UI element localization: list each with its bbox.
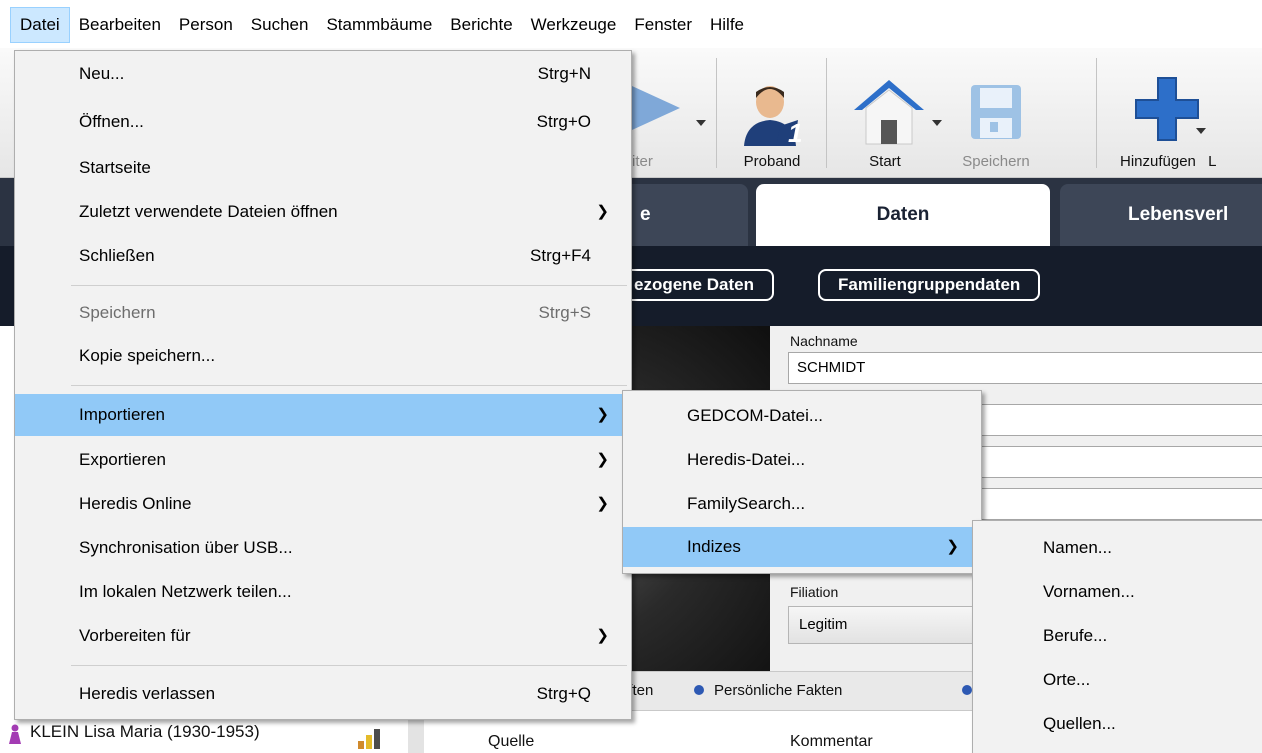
menu-hilfe[interactable]: Hilfe	[701, 7, 753, 43]
tab-lebensverlauf[interactable]: Lebensverl	[1060, 184, 1262, 246]
bullet-icon	[962, 685, 972, 695]
menu-item-places[interactable]: Orte...	[973, 661, 1262, 699]
menu-item-names[interactable]: Namen...	[973, 529, 1262, 567]
submenu-arrow-icon: ❯	[596, 627, 609, 644]
floppy-disk-icon	[971, 85, 1021, 139]
menu-item-close[interactable]: Schließen Strg+F4	[15, 237, 631, 275]
toolbar-separator	[1096, 58, 1097, 168]
menu-berichte[interactable]: Berichte	[441, 7, 521, 43]
menu-item-exit[interactable]: Heredis verlassen Strg+Q	[15, 675, 631, 713]
menu-separator	[71, 665, 627, 666]
menu-separator	[71, 385, 627, 386]
start-button[interactable]: Start	[838, 48, 948, 178]
female-person-icon	[9, 724, 21, 744]
menu-item-export[interactable]: Exportieren ❯	[15, 441, 631, 479]
facts-tab-personal-label: Persönliche Fakten	[714, 682, 843, 699]
menu-item-prepare-for[interactable]: Vorbereiten für ❯	[15, 617, 631, 655]
save-toolbar-button[interactable]: Speichern	[950, 48, 1042, 178]
bullet-icon	[694, 685, 704, 695]
start-dropdown-caret[interactable]	[932, 120, 942, 126]
menu-item-sources[interactable]: Quellen...	[973, 705, 1262, 743]
menu-item-indexes[interactable]: Indizes ❯	[623, 527, 981, 567]
menu-suchen[interactable]: Suchen	[242, 7, 318, 43]
submenu-arrow-icon: ❯	[596, 451, 609, 468]
nickname-field[interactable]	[980, 446, 1262, 478]
svg-text:1: 1	[788, 118, 802, 146]
menu-bar: Datei Bearbeiten Person Suchen Stammbäum…	[0, 0, 1262, 48]
column-source[interactable]: Quelle	[488, 733, 534, 751]
start-label: Start	[869, 153, 901, 170]
proband-label: Proband	[743, 153, 801, 170]
menu-datei[interactable]: Datei	[10, 7, 70, 43]
menu-bearbeiten[interactable]: Bearbeiten	[70, 7, 170, 43]
person-list-item[interactable]: KLEIN Lisa Maria (1930-1953)	[0, 718, 440, 753]
plus-icon	[1135, 77, 1199, 141]
proband-button[interactable]: 1 Proband	[722, 48, 822, 178]
menu-item-new[interactable]: Neu... Strg+N	[15, 55, 631, 93]
filiation-select[interactable]: Legitim	[788, 606, 978, 644]
menu-person[interactable]: Person	[170, 7, 242, 43]
surname-label: Nachname	[790, 333, 858, 349]
menu-stammbaeume[interactable]: Stammbäume	[317, 7, 441, 43]
file-menu: Neu... Strg+N Öffnen... Strg+O Startseite …	[14, 50, 632, 720]
surname-field[interactable]: SCHMIDT	[788, 352, 1262, 384]
submenu-arrow-icon: ❯	[596, 406, 609, 423]
menu-item-familysearch[interactable]: FamilySearch...	[623, 485, 981, 523]
home-icon	[854, 80, 924, 145]
menu-item-startpage[interactable]: Startseite	[15, 149, 631, 187]
import-submenu: GEDCOM-Datei... Heredis-Datei... FamilyS…	[622, 390, 982, 574]
app-window: Datei Bearbeiten Person Suchen Stammbäum…	[0, 0, 1262, 753]
next-button-label-cut: L	[1208, 153, 1217, 170]
filiation-label: Filiation	[790, 584, 839, 600]
add-text: Hinzufügen	[1120, 153, 1196, 170]
submenu-arrow-icon: ❯	[596, 203, 609, 220]
menu-werkzeuge[interactable]: Werkzeuge	[522, 7, 626, 43]
column-comment[interactable]: Kommentar	[790, 733, 873, 751]
person-proband-icon: 1	[744, 86, 802, 146]
menu-item-network-share[interactable]: Im lokalen Netzwerk teilen...	[15, 573, 631, 611]
submenu-arrow-icon: ❯	[596, 495, 609, 512]
add-label: Hinzufügen L	[1120, 153, 1250, 170]
completeness-bar-icon	[366, 735, 372, 749]
menu-item-save[interactable]: Speichern Strg+S	[15, 294, 631, 332]
firstname-field[interactable]	[980, 404, 1262, 436]
family-group-data-button[interactable]: Familiengruppendaten	[818, 269, 1041, 301]
person-name: KLEIN Lisa Maria (1930-1953)	[30, 722, 260, 741]
add-dropdown-caret[interactable]	[1196, 128, 1206, 134]
menu-item-occupations[interactable]: Berufe...	[973, 617, 1262, 655]
title-field[interactable]	[980, 488, 1262, 520]
toolbar-separator	[716, 58, 717, 168]
menu-item-heredis-online[interactable]: Heredis Online ❯	[15, 485, 631, 523]
menu-item-recent[interactable]: Zuletzt verwendete Dateien öffnen ❯	[15, 193, 631, 231]
completeness-bar-icon	[358, 741, 364, 749]
menu-item-gedcom[interactable]: GEDCOM-Datei...	[623, 397, 981, 435]
facts-tab-personal[interactable]: Persönliche Fakten	[694, 672, 842, 710]
forward-button[interactable]: iter	[632, 48, 712, 178]
menu-item-save-copy[interactable]: Kopie speichern...	[15, 337, 631, 375]
menu-item-import[interactable]: Importieren ❯	[15, 394, 631, 436]
menu-fenster[interactable]: Fenster	[625, 7, 701, 43]
save-toolbar-label: Speichern	[962, 153, 1030, 170]
tab-daten[interactable]: Daten	[756, 184, 1050, 246]
completeness-bar-icon	[374, 729, 380, 749]
toolbar-separator	[826, 58, 827, 168]
menu-separator	[71, 285, 627, 286]
forward-label: iter	[632, 153, 653, 170]
submenu-arrow-icon: ❯	[946, 538, 959, 555]
forward-arrow-icon	[632, 86, 680, 130]
menu-item-open[interactable]: Öffnen... Strg+O	[15, 103, 631, 141]
menu-item-heredis-file[interactable]: Heredis-Datei...	[623, 441, 981, 479]
scrollbar[interactable]	[408, 718, 424, 753]
indexes-submenu: Namen... Vornamen... Berufe... Orte... Q…	[972, 520, 1262, 753]
forward-dropdown-caret[interactable]	[696, 120, 706, 126]
add-button[interactable]: Hinzufügen L	[1100, 48, 1250, 178]
menu-item-usb-sync[interactable]: Synchronisation über USB...	[15, 529, 631, 567]
menu-item-firstnames[interactable]: Vornamen...	[973, 573, 1262, 611]
